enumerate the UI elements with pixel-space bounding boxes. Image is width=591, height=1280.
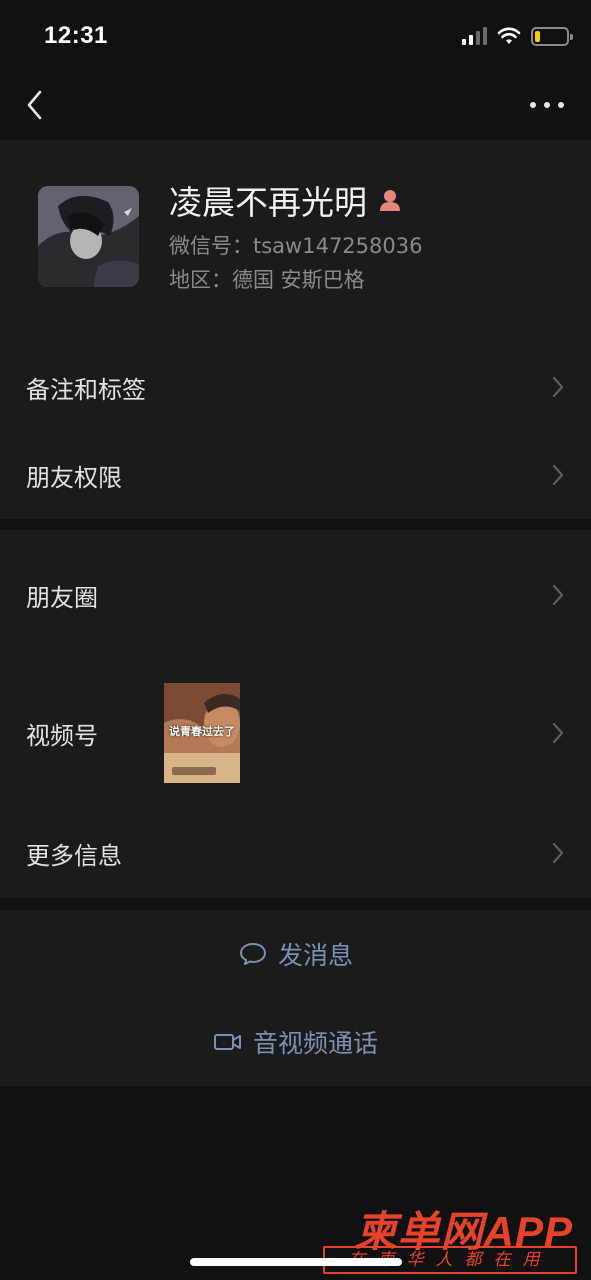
battery-icon	[531, 26, 573, 46]
chat-bubble-icon	[239, 943, 266, 965]
avatar[interactable]	[38, 186, 139, 287]
send-message-label: 发消息	[277, 941, 353, 970]
female-icon	[380, 190, 400, 211]
nav-bar	[0, 72, 591, 138]
video-call-button[interactable]: 音视频通话	[0, 998, 591, 1086]
chevron-right-icon	[552, 584, 564, 606]
row-label: 朋友权限	[26, 463, 122, 492]
row-label: 备注和标签	[26, 375, 146, 404]
more-dots-icon[interactable]	[527, 92, 567, 118]
wechat-id: 微信号：tsaw147258036	[169, 234, 423, 258]
chevron-right-icon	[552, 722, 564, 744]
status-bar: 12:31	[0, 0, 591, 72]
row-label: 朋友圈	[26, 583, 98, 612]
row-more-info[interactable]: 更多信息	[0, 809, 591, 897]
row-label: 视频号	[26, 721, 98, 750]
profile-name: 凌晨不再光明	[169, 176, 403, 224]
channels-thumbnail[interactable]: 说青春过去了	[164, 683, 240, 783]
wifi-icon	[497, 27, 521, 44]
status-icons	[462, 24, 573, 48]
row-label: 更多信息	[26, 841, 122, 870]
send-message-button[interactable]: 发消息	[0, 910, 591, 998]
row-moments[interactable]: 朋友圈	[0, 551, 591, 639]
row-channels[interactable]: 视频号	[0, 660, 591, 806]
avatar-image	[38, 186, 139, 287]
chevron-left-icon[interactable]	[18, 86, 54, 124]
video-call-label: 音视频通话	[252, 1029, 378, 1058]
chevron-right-icon	[552, 464, 564, 486]
battery-level	[535, 30, 540, 42]
profile-name-text: 凌晨不再光明	[169, 183, 367, 222]
video-camera-icon	[213, 1034, 241, 1050]
row-friend-permissions[interactable]: 朋友权限	[0, 431, 591, 519]
signal-icon	[462, 27, 487, 45]
status-time: 12:31	[44, 22, 108, 49]
chevron-right-icon	[552, 376, 564, 398]
home-indicator[interactable]	[190, 1258, 402, 1266]
region: 地区：德国 安斯巴格	[169, 268, 365, 292]
row-remark-tags[interactable]: 备注和标签	[0, 343, 591, 431]
thumbnail-caption: 说青春过去了	[169, 725, 235, 738]
chevron-right-icon	[552, 842, 564, 864]
